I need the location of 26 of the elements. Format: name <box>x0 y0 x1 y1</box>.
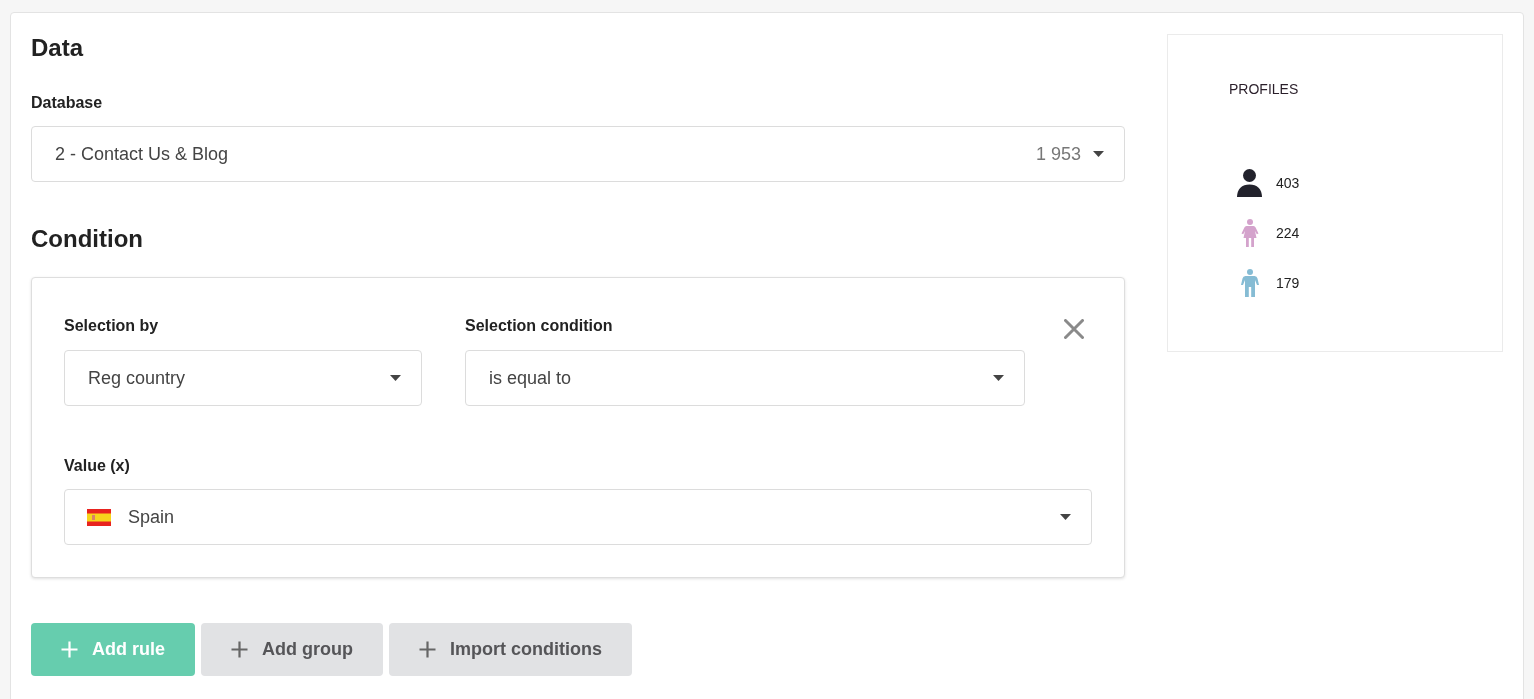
close-icon[interactable] <box>1064 319 1084 339</box>
flag-icon <box>87 508 111 526</box>
plus-icon <box>419 641 436 658</box>
caret-icon <box>993 375 1004 381</box>
section-title: Condition <box>31 224 144 254</box>
database-select[interactable]: 2 - Contact Us & Blog 1 953 <box>31 126 1125 182</box>
secondary-button[interactable]: Add group <box>201 623 383 676</box>
selection-by-select[interactable]: Reg country <box>64 350 422 406</box>
plus-icon <box>231 641 248 658</box>
field-label: Selection by <box>64 316 160 336</box>
profile-count: 403 <box>1276 173 1300 193</box>
secondary-button[interactable]: Import conditions <box>389 623 632 676</box>
caret-icon <box>1093 151 1104 157</box>
section-title: Data <box>31 33 85 63</box>
field-label: Selection condition <box>465 316 614 336</box>
record-count: 1 953 <box>1035 142 1081 166</box>
selection-condition-select[interactable]: is equal to <box>465 350 1025 406</box>
field-label: Database <box>31 93 104 113</box>
value-select[interactable]: Spain <box>64 489 1092 545</box>
panel-title: PROFILES <box>1229 80 1300 99</box>
field-label: Value (x) <box>64 456 131 476</box>
caret-icon <box>1060 514 1071 520</box>
profile-count: 224 <box>1276 223 1300 243</box>
profile-count: 179 <box>1276 273 1300 293</box>
plus-icon <box>61 641 78 658</box>
caret-icon <box>390 375 401 381</box>
